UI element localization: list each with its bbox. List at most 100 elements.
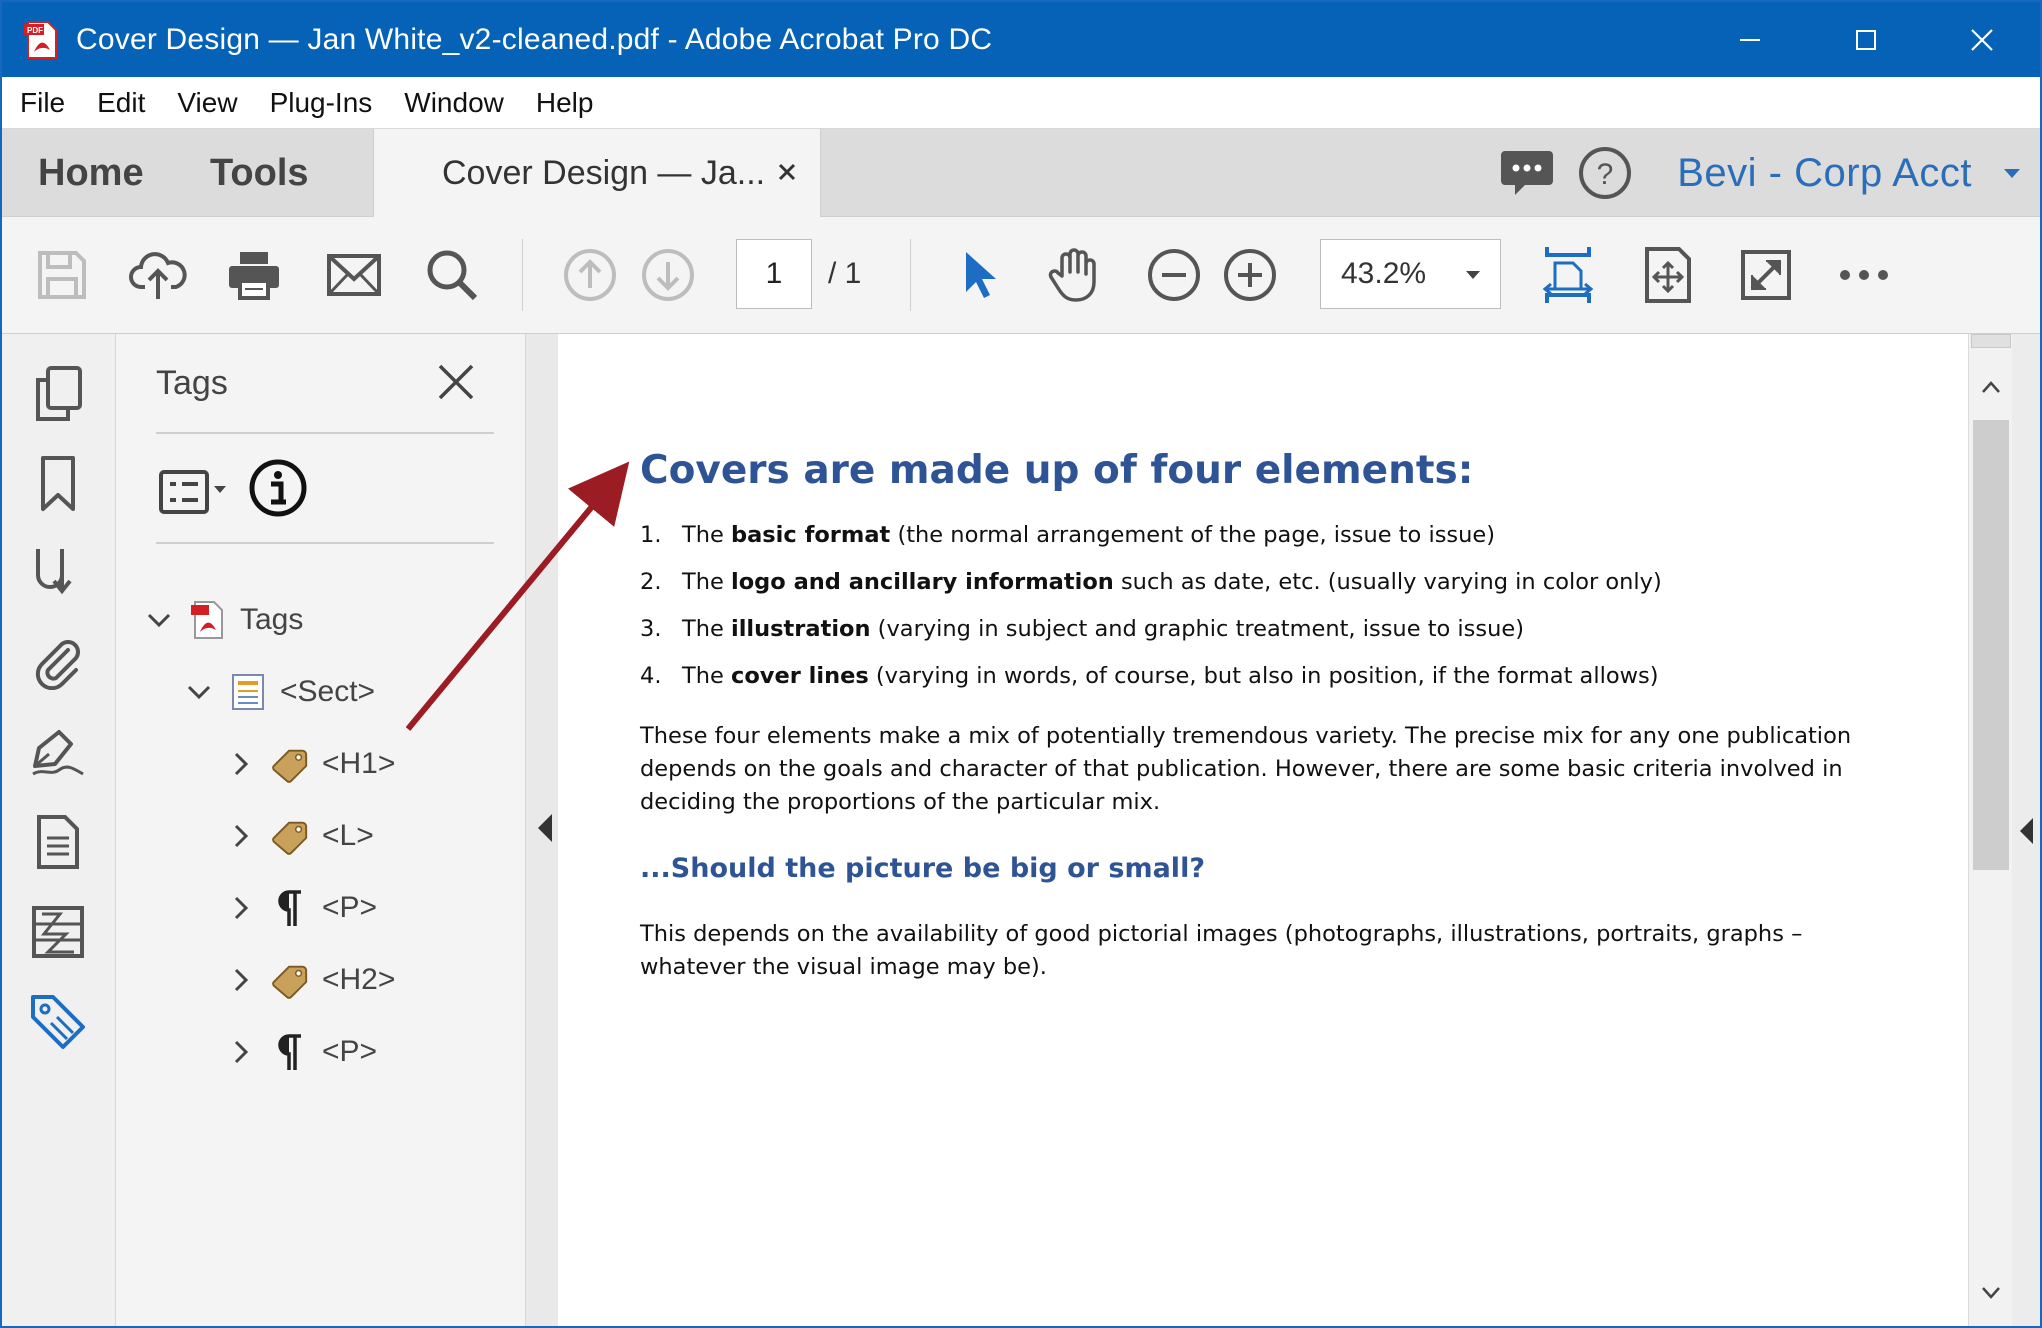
close-panel-icon[interactable]: [434, 360, 478, 404]
section-icon: [228, 670, 268, 714]
menu-plugins[interactable]: Plug-Ins: [270, 87, 373, 119]
page-number-input[interactable]: 1: [736, 239, 812, 309]
document-paragraph: This depends on the availability of good…: [640, 921, 1803, 980]
collapse-panel-icon[interactable]: [538, 814, 552, 842]
acrobat-window: PDF Cover Design — Jan White_v2-cleaned.…: [0, 0, 2042, 1328]
list-item: 4. The cover lines (varying in words, of…: [640, 663, 1900, 710]
previous-page-icon[interactable]: [560, 245, 620, 305]
tree-label: <P>: [322, 891, 378, 924]
hand-tool-icon[interactable]: [1046, 245, 1106, 305]
tree-item-p[interactable]: <P>: [226, 880, 377, 936]
page-thumbnails-icon[interactable]: [26, 362, 90, 426]
next-page-icon[interactable]: [638, 245, 698, 305]
list-number: 3.: [640, 616, 662, 642]
tree-item-sect[interactable]: <Sect>: [184, 664, 375, 720]
menu-help[interactable]: Help: [536, 87, 594, 119]
tag-icon: [270, 742, 310, 786]
tree-item-p[interactable]: <P>: [226, 1024, 377, 1080]
right-pane-toggle[interactable]: [2012, 334, 2040, 1326]
chevron-down-icon[interactable]: [144, 605, 174, 635]
scrollbar-split-handle[interactable]: [1971, 334, 2011, 348]
panel-divider: [156, 542, 494, 544]
chevron-right-icon[interactable]: [226, 1037, 256, 1067]
document-list: 1. The basic format (the normal arrangem…: [640, 522, 1900, 710]
page-total: / 1: [828, 257, 862, 290]
menu-file[interactable]: File: [20, 87, 65, 119]
bookmarks-icon[interactable]: [26, 452, 90, 516]
tag-icon: [270, 958, 310, 1002]
chevron-right-icon[interactable]: [226, 965, 256, 995]
tab-tools[interactable]: Tools: [210, 129, 309, 217]
account-name[interactable]: Bevi - Corp Acct: [1677, 151, 1972, 196]
search-icon[interactable]: [422, 245, 482, 305]
tree-item-tags-root[interactable]: Tags: [144, 592, 303, 648]
list-item: 2. The logo and ancillary information su…: [640, 569, 1900, 616]
maximize-button[interactable]: [1808, 2, 1924, 77]
tags-panel-title: Tags: [156, 364, 228, 402]
list-number: 1.: [640, 522, 662, 548]
zoom-out-icon[interactable]: [1144, 245, 1204, 305]
toolbar-divider: [522, 239, 523, 311]
tab-home[interactable]: Home: [38, 129, 144, 217]
window-title: Cover Design — Jan White_v2-cleaned.pdf …: [76, 22, 993, 56]
svg-text:PDF: PDF: [27, 26, 43, 35]
account-area: ? Bevi - Corp Acct: [1499, 129, 2040, 217]
tab-document[interactable]: Cover Design — Ja...: [373, 129, 821, 217]
tag-icon: [270, 814, 310, 858]
account-dropdown-icon[interactable]: [1992, 153, 2032, 193]
acrobat-app-icon[interactable]: PDF: [24, 20, 60, 60]
close-window-button[interactable]: [1924, 2, 2040, 77]
toolbar-divider: [910, 239, 911, 311]
close-tab-icon[interactable]: [772, 157, 802, 187]
tree-item-h2[interactable]: <H2>: [226, 952, 395, 1008]
list-item: 1. The basic format (the normal arrangem…: [640, 522, 1900, 569]
zoom-in-icon[interactable]: [1220, 245, 1280, 305]
chevron-right-icon[interactable]: [226, 893, 256, 923]
scroll-down-icon[interactable]: [1981, 1286, 2001, 1305]
signatures-icon[interactable]: [26, 720, 90, 784]
tags-icon[interactable]: [26, 990, 90, 1054]
upload-cloud-icon[interactable]: [128, 245, 188, 305]
save-icon[interactable]: [32, 245, 92, 305]
comments-icon[interactable]: [1499, 145, 1555, 201]
full-screen-icon[interactable]: [1736, 245, 1796, 305]
print-icon[interactable]: [224, 245, 284, 305]
tree-label: <L>: [322, 819, 374, 852]
chevron-down-icon[interactable]: [184, 677, 214, 707]
tree-item-h1[interactable]: <H1>: [226, 736, 395, 792]
vertical-scrollbar[interactable]: [1968, 334, 2012, 1326]
pdf-page: Covers are made up of four elements: 1. …: [558, 334, 1968, 1326]
list-bold-text: cover lines: [731, 663, 869, 689]
content-icon[interactable]: [26, 810, 90, 874]
menu-edit[interactable]: Edit: [97, 87, 145, 119]
zoom-level-select[interactable]: 43.2%: [1320, 239, 1501, 309]
accessibility-order-icon[interactable]: [26, 900, 90, 964]
menu-window[interactable]: Window: [404, 87, 504, 119]
scroll-up-icon[interactable]: [1981, 380, 2001, 399]
fit-width-icon[interactable]: [1538, 245, 1598, 305]
email-icon[interactable]: [324, 245, 384, 305]
menu-view[interactable]: View: [177, 87, 237, 119]
minimize-button[interactable]: [1692, 2, 1808, 77]
help-icon[interactable]: ?: [1577, 145, 1633, 201]
scrollbar-thumb[interactable]: [1973, 420, 2009, 870]
more-tools-icon[interactable]: [1834, 245, 1894, 305]
toolbar: 1 / 1 43.2%: [2, 217, 2040, 334]
tree-label: Tags: [240, 603, 304, 636]
chevron-down-icon: [1464, 268, 1482, 286]
select-tool-icon[interactable]: [950, 245, 1010, 305]
tree-label: <Sect>: [280, 675, 376, 708]
tree-label: <H1>: [322, 747, 396, 780]
info-icon[interactable]: [248, 458, 308, 518]
attachments-icon[interactable]: [26, 630, 90, 694]
order-icon[interactable]: [26, 540, 90, 604]
document-subheading: ...Should the picture be big or small?: [640, 853, 1205, 884]
options-menu-icon[interactable]: [158, 462, 230, 522]
tree-label: <H2>: [322, 963, 396, 996]
list-text: The: [682, 569, 731, 595]
chevron-right-icon[interactable]: [226, 821, 256, 851]
fit-page-icon[interactable]: [1638, 245, 1698, 305]
tree-item-l[interactable]: <L>: [226, 808, 374, 864]
chevron-right-icon[interactable]: [226, 749, 256, 779]
expand-right-pane-icon: [2020, 818, 2033, 844]
